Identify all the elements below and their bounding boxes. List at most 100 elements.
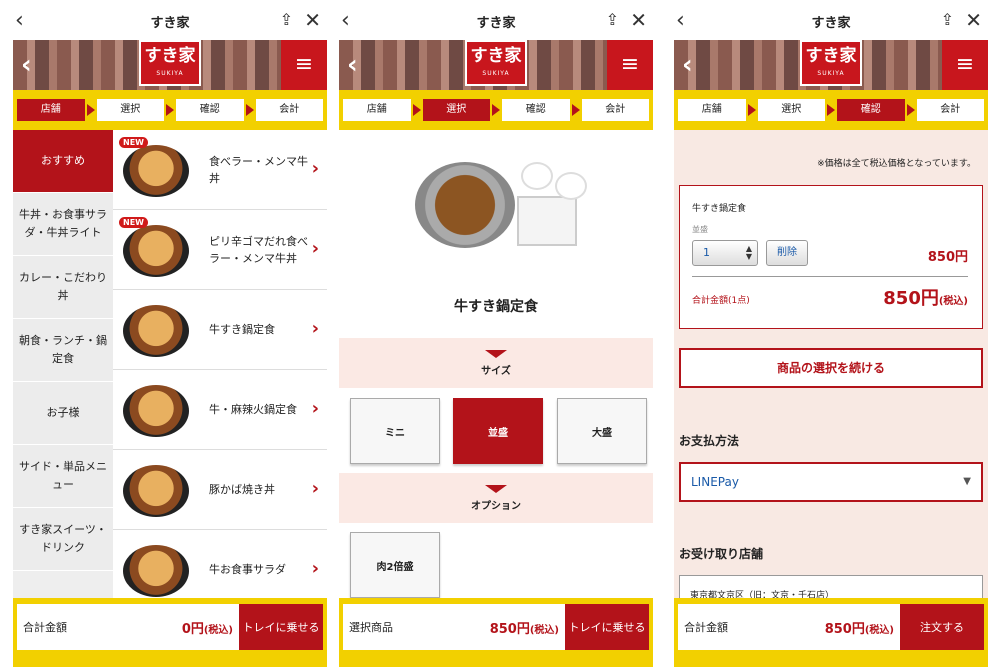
product-name: 牛すき鍋定食 [454,299,538,315]
category-item[interactable]: 朝食・ランチ・鍋定食 [13,319,113,382]
step-arrow-icon [166,104,174,116]
cart-item-price: 850円 [927,250,968,265]
food-image [119,537,197,599]
menu-item-name: 牛お食事サラダ [209,563,286,576]
sukiya-logo: すき家 SUKIYA [465,40,527,86]
chevron-right-icon: › [311,478,319,499]
chevron-right-icon: › [311,158,319,179]
step-select: 選択 [422,99,490,121]
dropdown-arrow-icon: ▼ [963,476,971,487]
step-store: 店舗 [17,99,85,121]
menu-item[interactable]: 豚かば焼き丼 › [113,450,327,530]
close-icon[interactable]: ✕ [630,8,647,32]
chevron-right-icon: › [311,398,319,419]
payment-method-select[interactable]: LINEPay ▼ [679,462,983,502]
header-banner: ‹ すき家 SUKIYA ≡ [339,40,653,90]
category-item[interactable]: サイド・単品メニュー [13,445,113,508]
category-item[interactable]: 牛丼・お食事サラダ・牛丼ライト [13,193,113,256]
share-icon[interactable]: ⇪ [606,10,619,29]
food-image [119,297,197,363]
back-arrow-icon[interactable]: ‹ [347,50,358,80]
chevron-right-icon: › [311,318,319,339]
menu-item[interactable]: NEW 食べラー・メンマ牛丼 › [113,130,327,210]
payment-heading: お支払方法 [679,434,740,448]
quantity-select[interactable]: 1 ▲ ▼ [692,240,758,266]
total-label: 合計金額 [684,621,728,634]
step-progress: 店舗 選択 確認 会計 [674,90,988,130]
step-store: 店舗 [343,99,411,121]
footer-bar: 合計金額 850円(税込) 注文する [674,598,988,667]
category-item[interactable]: すき家スイーツ・ドリンク [13,508,113,571]
category-item[interactable]: カレー・こだわり丼 [13,256,113,319]
step-arrow-icon [571,104,580,116]
category-sidebar: おすすめ 牛丼・お食事サラダ・牛丼ライト カレー・こだわり丼 朝食・ランチ・鍋定… [13,130,113,598]
browser-bar: ‹ すき家 ⇪ ✕ [13,0,327,40]
share-icon[interactable]: ⇪ [280,10,293,29]
step-confirm: 確認 [502,99,570,121]
caret-down-icon [485,485,507,493]
add-to-tray-button[interactable]: トレイに乗せる [565,604,649,650]
chevron-right-icon: › [311,558,319,579]
place-order-button[interactable]: 注文する [900,604,984,650]
hamburger-menu-icon[interactable]: ≡ [607,40,653,90]
food-image: NEW [119,136,197,203]
add-to-tray-button[interactable]: トレイに乗せる [239,604,323,650]
cart-item-card: 牛すき鍋定食 並盛 1 ▲ ▼ 削除 850円 合計金額(1点) 850円(税込) [679,185,983,329]
menu-item-list: NEW 食べラー・メンマ牛丼 › NEW ピリ辛ゴマだれ食べラー・メンマ牛丼 › 牛すき… [113,130,327,598]
back-arrow-icon[interactable]: ‹ [21,50,32,80]
size-option-large[interactable]: 大盛 [557,398,647,464]
size-option-regular[interactable]: 並盛 [453,398,543,464]
step-arrow-icon [906,104,915,116]
hamburger-menu-icon[interactable]: ≡ [942,40,988,90]
selected-label: 選択商品 [349,621,393,634]
food-image [119,377,197,443]
size-option-mini[interactable]: ミニ [350,398,440,464]
menu-item-name: 牛・麻辣火鍋定食 [209,403,297,416]
browser-bar: ‹ すき家 ⇪ ✕ [674,0,988,40]
total-amount: 0円(税込) [181,621,233,637]
menu-item-name: 牛すき鍋定食 [209,323,275,336]
option-section-header: オプション [339,473,653,523]
menu-item[interactable]: 牛・麻辣火鍋定食 › [113,370,327,450]
divider [692,276,968,277]
footer-bar: 合計金額 0円(税込) トレイに乗せる [13,598,327,667]
step-arrow-icon [86,104,95,116]
step-arrow-icon [412,104,421,116]
total-label: 合計金額 [23,621,67,634]
footer-bar: 選択商品 850円(税込) トレイに乗せる [339,598,653,667]
browser-bar: ‹ すき家 ⇪ ✕ [339,0,653,40]
hamburger-menu-icon[interactable]: ≡ [281,40,327,90]
delete-button[interactable]: 削除 [766,240,808,266]
total-amount: 850円(税込) [824,621,894,637]
menu-item-name: 食べラー・メンマ牛丼 [209,154,308,185]
screen-product-detail: ‹ すき家 ⇪ ✕ ‹ すき家 SUKIYA ≡ 店舗 選択 確認 会計 牛すき鍋… [339,0,653,667]
header-banner: ‹ すき家 SUKIYA ≡ [674,40,988,90]
screen-menu-list: ‹ すき家 ⇪ ✕ ‹ すき家 SUKIYA ≡ 店舗 選択 確認 会計 おすすめ… [13,0,327,667]
step-confirm: 確認 [837,99,905,121]
cart-total-label: 合計金額(1点) [692,296,750,306]
new-badge: NEW [119,216,148,228]
close-icon[interactable]: ✕ [965,8,982,32]
option-double-meat[interactable]: 肉2倍盛 [350,532,440,598]
continue-shopping-button[interactable]: 商品の選択を続ける [679,348,983,388]
step-select: 選択 [757,99,825,121]
category-item[interactable]: お子様 [13,382,113,445]
menu-item-name: 豚かば焼き丼 [209,483,275,496]
header-banner: ‹ すき家 SUKIYA ≡ [13,40,327,90]
product-image [409,150,589,260]
food-image: NEW [119,216,197,283]
menu-item[interactable]: NEW ピリ辛ゴマだれ食べラー・メンマ牛丼 › [113,210,327,290]
food-image [119,457,197,523]
back-arrow-icon[interactable]: ‹ [682,50,693,80]
menu-item[interactable]: 牛お食事サラダ › [113,530,327,598]
step-arrow-icon [245,104,254,116]
share-icon[interactable]: ⇪ [941,10,954,29]
menu-item[interactable]: 牛すき鍋定食 › [113,290,327,370]
selected-amount: 850円(税込) [489,621,559,637]
step-confirm: 確認 [176,99,244,121]
new-badge: NEW [119,136,148,148]
pickup-store-heading: お受け取り店舗 [679,547,764,561]
step-select: 選択 [96,99,164,121]
category-item[interactable]: おすすめ [13,130,113,193]
close-icon[interactable]: ✕ [304,8,321,32]
